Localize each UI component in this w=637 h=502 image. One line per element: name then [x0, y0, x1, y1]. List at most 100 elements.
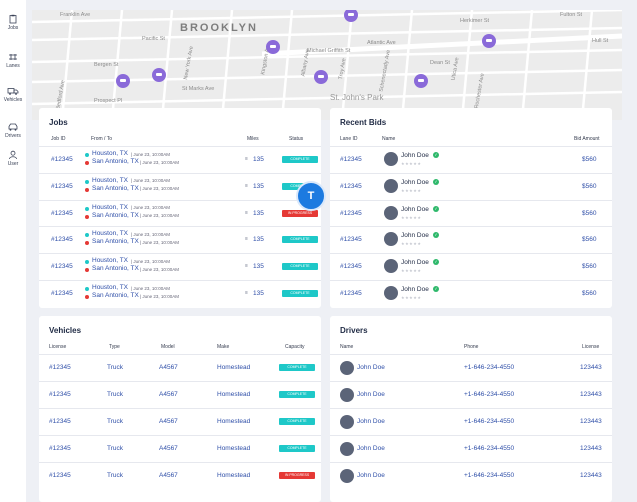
job-id[interactable]: #12345 — [51, 210, 73, 217]
verified-icon: ✓ — [433, 232, 439, 239]
sidebar-item-lanes[interactable]: Lanes — [0, 52, 26, 69]
miles-value: 135 — [253, 156, 264, 163]
bids-header-name: Name — [382, 136, 396, 142]
table-row[interactable]: #12345 Houston, TX | June 23, 10:00AM San A… — [39, 146, 321, 172]
avatar — [340, 388, 354, 402]
driver-name[interactable]: John Doe — [357, 445, 385, 452]
truck-pin-icon[interactable] — [266, 40, 280, 54]
table-row[interactable]: John Doe +1-646-234-4550 123443 — [330, 381, 612, 407]
miles-value: 135 — [253, 182, 264, 190]
job-id[interactable]: #12345 — [51, 263, 73, 270]
vehicle-license[interactable]: #12345 — [49, 364, 71, 371]
vehicle-model: A4567 — [159, 391, 178, 398]
job-id[interactable]: #12345 — [51, 183, 73, 190]
table-row[interactable]: #12345 Houston, TX | June 23, 10:00AM San A… — [39, 172, 321, 199]
job-id[interactable]: #12345 — [51, 156, 73, 163]
map-label: Atlantic Ave — [367, 40, 396, 46]
map-label: Pacific St — [142, 36, 165, 42]
bidder-name: John Doe — [401, 205, 429, 213]
table-row[interactable]: John Doe +1-646-234-4550 123443 — [330, 408, 612, 434]
map[interactable]: Franklin Ave BROOKLYN Atlantic Ave Micha… — [32, 10, 622, 120]
jobs-header-route: From / To — [91, 136, 113, 142]
table-row[interactable]: #12345 John Doe ✓ ★★★★★ $560 — [330, 199, 612, 226]
driver-name[interactable]: John Doe — [357, 391, 385, 398]
sidebar-item-jobs[interactable]: Jobs — [0, 14, 26, 31]
status-badge: COMPLETE — [282, 236, 318, 244]
avatar — [340, 361, 354, 375]
origin-dot-icon — [85, 287, 89, 291]
vehicles-header-capacity: Capacity — [285, 344, 305, 350]
driver-license: 123443 — [580, 418, 602, 425]
table-row[interactable]: #12345 Houston, TX | June 23, 10:00AM San A… — [39, 253, 321, 279]
table-row[interactable]: #12345 Truck A4567 Homestead COMPLETE — [39, 354, 321, 380]
vehicle-license[interactable]: #12345 — [49, 445, 71, 452]
sidebar-item-drivers[interactable]: Drivers — [0, 122, 26, 139]
rating-stars-icon: ★★★★★ — [401, 161, 422, 166]
table-row[interactable]: #12345 John Doe ✓ ★★★★★ $560 — [330, 253, 612, 279]
miles-value: 135 — [253, 209, 264, 217]
steering-car-icon — [8, 123, 18, 131]
user-icon — [9, 150, 17, 160]
lane-id[interactable]: #12345 — [340, 210, 362, 217]
vehicle-license[interactable]: #12345 — [49, 418, 71, 425]
status-badge: COMPLETE — [279, 445, 315, 452]
table-row[interactable]: #12345 John Doe ✓ ★★★★★ $560 — [330, 280, 612, 306]
truck-pin-icon[interactable] — [152, 68, 166, 82]
table-row[interactable]: #12345 Houston, TX | June 23, 10:00AM San A… — [39, 280, 321, 306]
map-label: Dean St — [430, 60, 450, 66]
table-row[interactable]: #12345 Houston, TX | June 23, 10:00AM San A… — [39, 199, 321, 226]
job-id[interactable]: #12345 — [51, 236, 73, 243]
job-id[interactable]: #12345 — [51, 290, 73, 297]
miles-icon: ≡ — [245, 156, 248, 162]
miles-icon: ≡ — [245, 263, 248, 270]
vehicles-header-make: Make — [217, 344, 230, 350]
lane-id[interactable]: #12345 — [340, 236, 362, 243]
lane-id[interactable]: #12345 — [340, 156, 362, 163]
driver-license: 123443 — [580, 445, 602, 452]
driver-name[interactable]: John Doe — [357, 364, 385, 371]
table-row[interactable]: #12345 John Doe ✓ ★★★★★ $560 — [330, 172, 612, 199]
bidder-name: John Doe — [401, 259, 429, 267]
truck-pin-icon[interactable] — [314, 70, 328, 84]
lane-id[interactable]: #12345 — [340, 183, 362, 190]
truck-pin-icon[interactable] — [414, 74, 428, 88]
vehicles-header-type: Type — [109, 344, 120, 350]
vehicle-model: A4567 — [159, 418, 178, 425]
table-row[interactable]: #12345 Truck A4567 Homestead COMPLETE — [39, 435, 321, 461]
drivers-title: Drivers — [340, 326, 368, 335]
avatar — [340, 469, 354, 483]
destination-city: San Antonio, TX — [92, 184, 139, 192]
bid-amount: $560 — [582, 182, 597, 190]
truck-pin-icon[interactable] — [116, 74, 130, 88]
table-row[interactable]: #12345 John Doe ✓ ★★★★★ $560 — [330, 226, 612, 252]
vehicle-license[interactable]: #12345 — [49, 472, 71, 479]
table-row[interactable]: John Doe +1-646-234-4550 123443 — [330, 435, 612, 461]
bid-amount: $560 — [582, 263, 597, 271]
bids-header-amount: Bid Amount — [574, 136, 600, 142]
avatar — [384, 232, 398, 247]
table-row[interactable]: #12345 Truck A4567 Homestead COMPLETE — [39, 408, 321, 434]
table-row[interactable]: John Doe +1-646-234-4550 123443 — [330, 354, 612, 380]
table-row[interactable]: #12345 Houston, TX | June 23, 10:00AM San A… — [39, 226, 321, 252]
table-row[interactable]: #12345 Truck A4567 Homestead COMPLETE — [39, 381, 321, 407]
driver-name[interactable]: John Doe — [357, 418, 385, 425]
driver-name[interactable]: John Doe — [357, 472, 385, 479]
table-row[interactable]: John Doe +1-646-234-4550 123443 — [330, 462, 612, 488]
table-row[interactable]: #12345 John Doe ✓ ★★★★★ $560 — [330, 146, 612, 172]
verified-icon: ✓ — [433, 259, 439, 266]
truck-pin-icon[interactable] — [482, 34, 496, 48]
origin-city: Houston, TX — [92, 203, 129, 211]
sidebar-item-user[interactable]: User — [0, 150, 26, 167]
destination-date: | June 23, 10:00AM — [140, 239, 179, 245]
lane-id[interactable]: #12345 — [340, 290, 362, 297]
bids-header-lane: Lane ID — [340, 136, 358, 142]
jobs-header-id: Job ID — [51, 136, 66, 142]
vehicle-license[interactable]: #12345 — [49, 391, 71, 398]
drivers-header-license: License — [582, 344, 600, 350]
sidebar-item-vehicles[interactable]: Vehicles — [0, 86, 26, 103]
status-badge: IN PROGRESS — [279, 472, 315, 479]
lane-id[interactable]: #12345 — [340, 263, 362, 270]
vehicle-type: Truck — [107, 418, 124, 425]
floating-action-button[interactable]: T — [296, 181, 326, 211]
table-row[interactable]: #12345 Truck A4567 Homestead IN PROGRESS — [39, 462, 321, 488]
